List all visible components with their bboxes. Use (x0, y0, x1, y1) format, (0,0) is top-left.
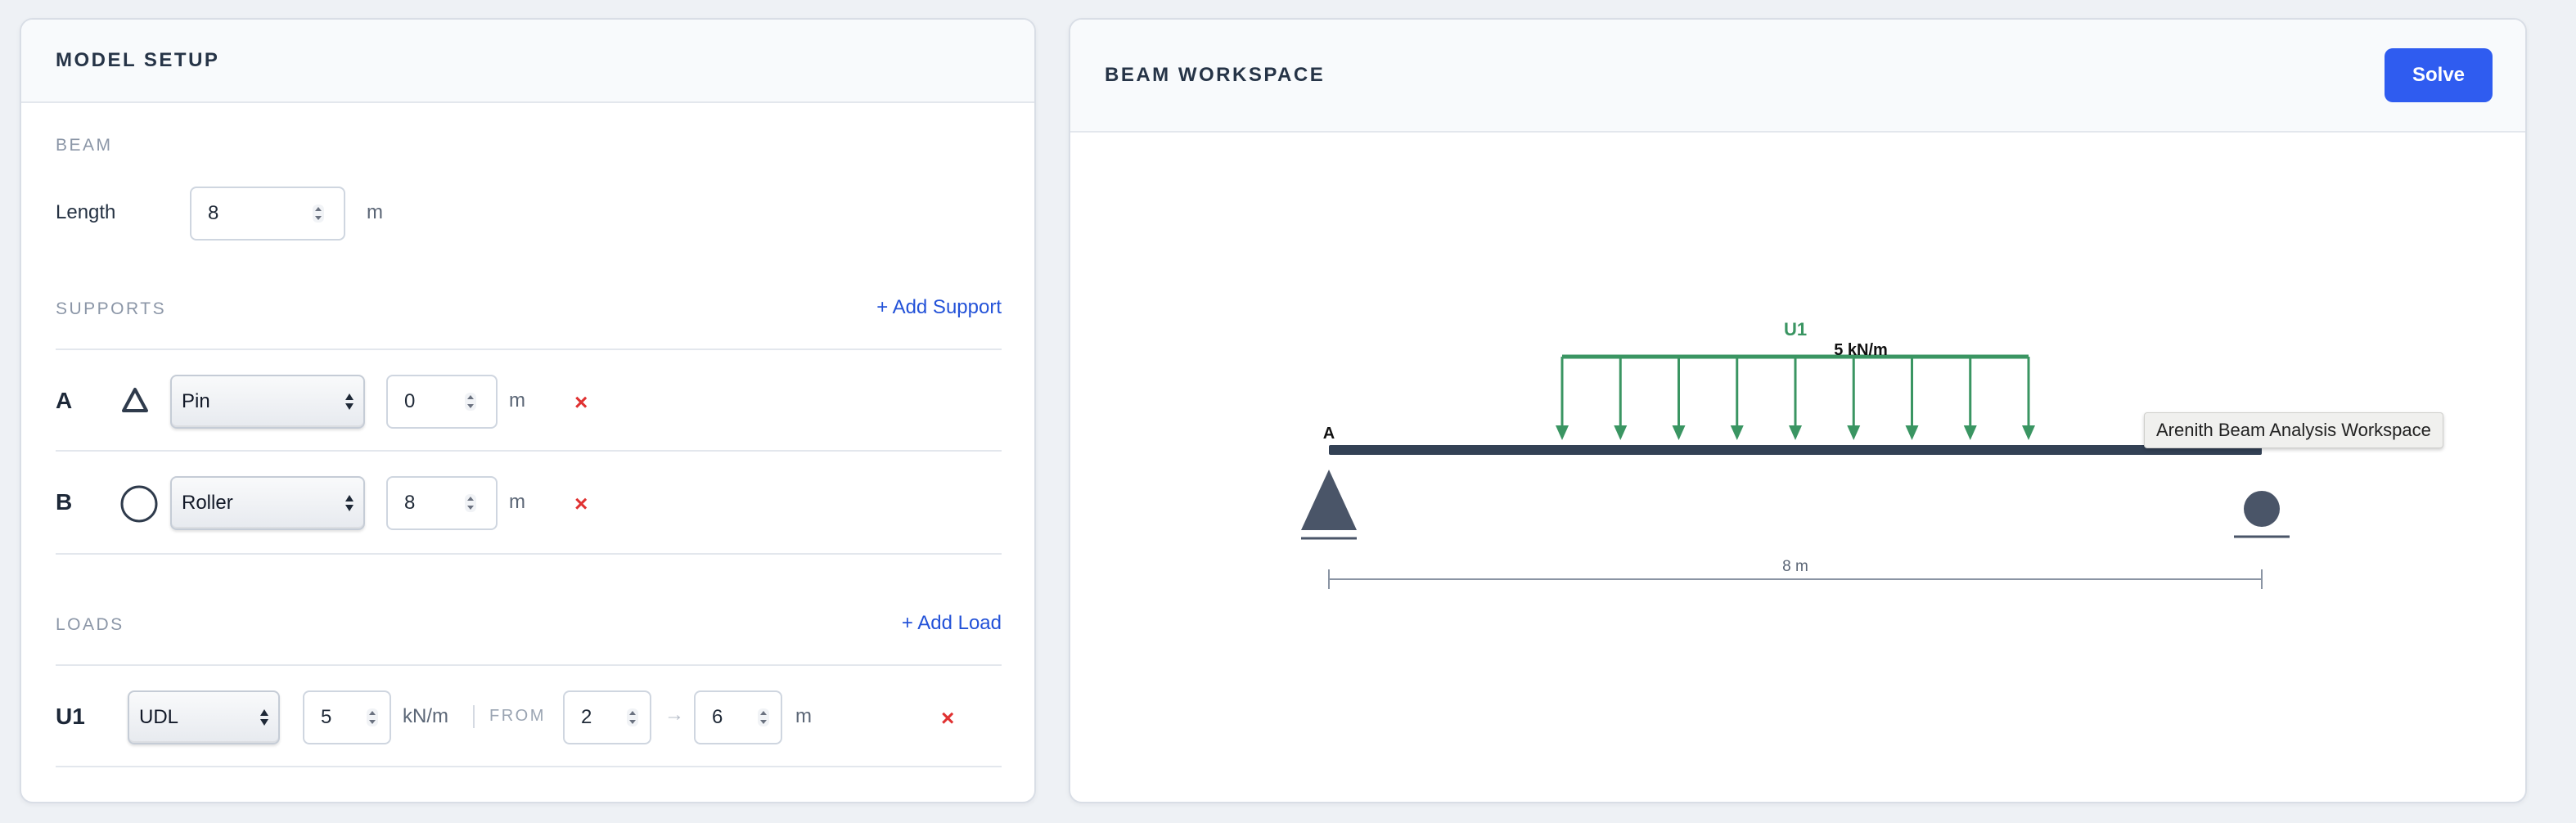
length-value: 8 (208, 202, 219, 224)
load-u1-magnitude-input[interactable]: 5 (303, 690, 391, 744)
beam-workspace-panel: BEAM WORKSPACE Solve U1 5 kN/m A B 8 m (1069, 18, 2527, 803)
udl-arrow-head (1847, 425, 1861, 440)
select-arrows-icon (345, 393, 354, 411)
remove-support-b-button[interactable]: × (574, 492, 588, 515)
udl-arrow-head (1789, 425, 1802, 440)
loads-divider (56, 664, 1002, 666)
support-a-position-input[interactable]: 0 (386, 375, 498, 429)
loads-section-label: LOADS (56, 615, 124, 634)
add-load-button[interactable]: + Add Load (902, 612, 1002, 635)
pin-support-icon[interactable] (1301, 470, 1357, 540)
load-u1-to-input[interactable]: 6 (694, 690, 782, 744)
load-u1-unit: m (795, 705, 812, 727)
supports-section-label: SUPPORTS (56, 299, 167, 318)
beam-workspace-title: BEAM WORKSPACE (1105, 64, 1326, 86)
load-u1-to-stepper-icon[interactable] (758, 708, 769, 726)
udl-arrow-head (2022, 425, 2035, 440)
length-input[interactable]: 8 (190, 187, 345, 241)
remove-support-a-button[interactable]: × (574, 391, 588, 414)
beam-bar[interactable] (1329, 445, 2262, 455)
load-u1-from-value: 2 (581, 706, 592, 728)
udl-arrow-head (1963, 425, 1977, 440)
udl-load-arrows (1556, 357, 2035, 440)
load-u1-to-value: 6 (712, 706, 723, 728)
load-u1-magnitude-value: 5 (321, 706, 332, 728)
supports-end-divider (56, 553, 1002, 555)
load-u1-magnitude-stepper-icon[interactable] (367, 708, 378, 726)
udl-arrow-head (1672, 425, 1686, 440)
roller-circle-icon (120, 485, 158, 523)
roller-wheel (2244, 491, 2280, 527)
pin-triangle (1301, 470, 1357, 530)
model-setup-panel: MODEL SETUP BEAM Length 8 m SUPPORTS + A… (20, 18, 1036, 803)
model-setup-title: MODEL SETUP (56, 49, 220, 71)
load-u1-type-select[interactable]: UDL (128, 690, 280, 744)
support-a-type-select[interactable]: Pin (170, 375, 365, 429)
pin-triangle-icon (122, 388, 148, 412)
model-setup-header: MODEL SETUP (21, 20, 1034, 103)
load-u1-from-label: FROM (489, 707, 546, 725)
load-u1-magnitude-unit: kN/m (403, 705, 448, 727)
beam-canvas[interactable]: U1 5 kN/m A B 8 m (1070, 134, 2525, 803)
support-a-type-value: Pin (182, 390, 210, 412)
support-a-label: A (1323, 425, 1335, 443)
beam-workspace-header: BEAM WORKSPACE Solve (1070, 20, 2525, 133)
supports-divider (56, 349, 1002, 350)
roller-support-icon[interactable] (2234, 491, 2290, 538)
udl-arrow-head (1905, 425, 1919, 440)
length-unit: m (367, 201, 383, 223)
dimension-label: 8 m (1782, 558, 1808, 575)
load-u1-from-input[interactable]: 2 (563, 690, 651, 744)
support-b-stepper-icon[interactable] (465, 494, 476, 512)
support-b-type-value: Roller (182, 492, 233, 514)
support-b-position-value: 8 (404, 492, 416, 514)
udl-arrow-head (1556, 425, 1569, 440)
udl-arrow-head (1614, 425, 1628, 440)
load-u1-id: U1 (56, 704, 85, 729)
workspace-tooltip: Arenith Beam Analysis Workspace (2144, 412, 2443, 448)
support-a-id: A (56, 388, 73, 413)
length-label: Length (56, 201, 116, 223)
select-arrows-icon (260, 708, 268, 726)
support-b-type-select[interactable]: Roller (170, 476, 365, 530)
support-row-divider (56, 450, 1002, 452)
udl-magnitude-label: 5 kN/m (1834, 341, 1888, 359)
range-arrow-icon: → (664, 704, 684, 726)
length-stepper-icon[interactable] (313, 205, 324, 223)
remove-load-u1-button[interactable]: × (941, 707, 954, 730)
udl-arrow-head (1730, 425, 1744, 440)
support-a-position-value: 0 (404, 390, 416, 412)
beam-section-label: BEAM (56, 136, 113, 155)
add-support-button[interactable]: + Add Support (876, 296, 1002, 319)
field-separator (473, 705, 475, 728)
support-a-unit: m (509, 389, 525, 412)
load-u1-type-value: UDL (139, 706, 179, 728)
solve-button[interactable]: Solve (2385, 48, 2493, 102)
load-u1-from-stepper-icon[interactable] (627, 708, 638, 726)
support-b-id: B (56, 489, 73, 515)
udl-label: U1 (1784, 319, 1807, 340)
select-arrows-icon (345, 494, 354, 512)
support-b-position-input[interactable]: 8 (386, 476, 498, 530)
support-a-stepper-icon[interactable] (465, 393, 476, 411)
loads-end-divider (56, 766, 1002, 767)
support-b-unit: m (509, 491, 525, 513)
